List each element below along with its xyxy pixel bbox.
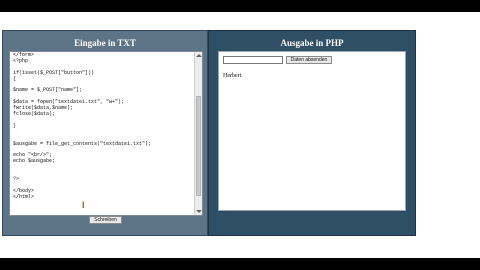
- scroll-up-icon[interactable]: [196, 54, 202, 57]
- scroll-down-icon[interactable]: [196, 210, 202, 213]
- code-text: </form> <?php if(isset($_POST["button"])…: [13, 52, 152, 200]
- daten-absenden-button[interactable]: Daten absenden: [286, 56, 332, 64]
- code-textarea[interactable]: </form> <?php if(isset($_POST["button"])…: [9, 51, 203, 216]
- output-frame: Daten absenden Herbert: [218, 51, 406, 211]
- editor-scrollbar[interactable]: [194, 52, 202, 215]
- output-panel: Ausgabe in PHP Daten absenden Herbert: [208, 30, 416, 236]
- output-text: Herbert: [223, 73, 242, 79]
- output-panel-title: Ausgabe in PHP: [280, 38, 344, 48]
- scroll-thumb[interactable]: [196, 96, 201, 196]
- name-input[interactable]: [223, 56, 283, 64]
- input-panel-title: Eingabe in TXT: [74, 38, 136, 48]
- schreiben-button[interactable]: Schreiben: [89, 216, 122, 224]
- input-panel: Eingabe in TXT </form> <?php if(isset($_…: [2, 30, 208, 236]
- text-cursor-icon: I: [82, 200, 85, 210]
- letterbox-bottom: [0, 258, 480, 270]
- letterbox-top: [0, 0, 480, 12]
